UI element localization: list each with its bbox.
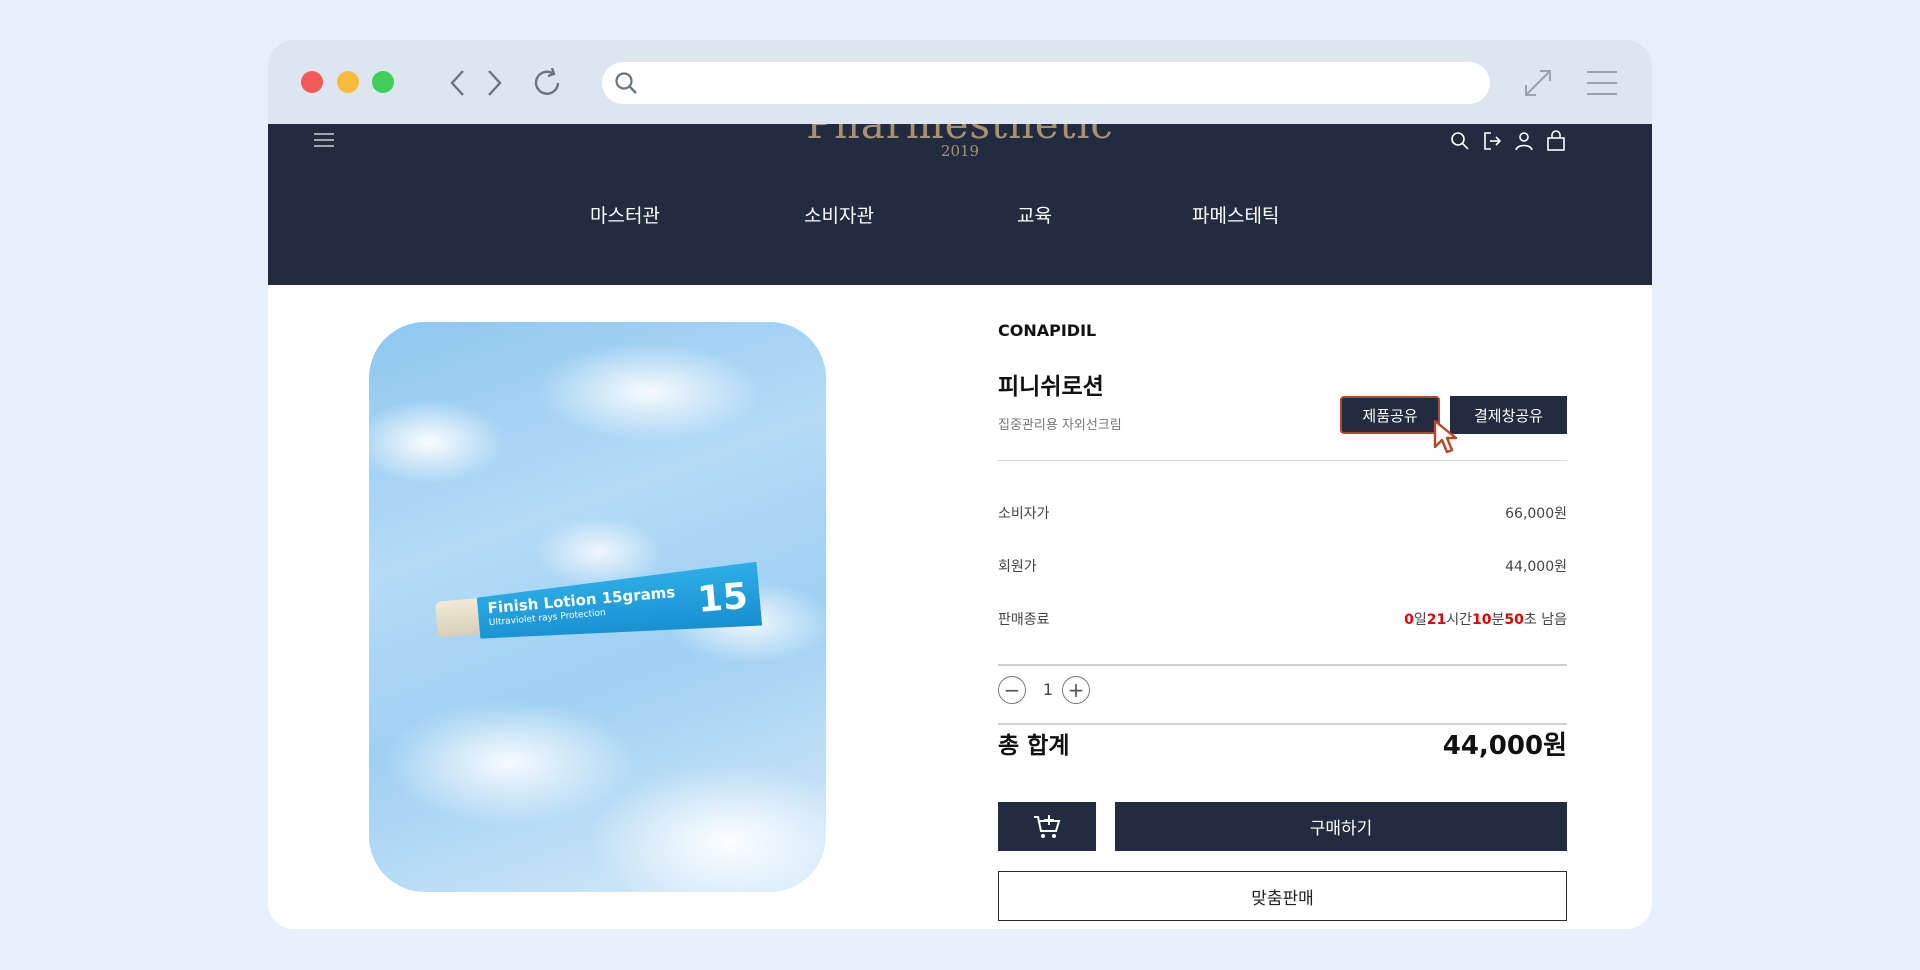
- page-content: Pharmesthetic 2019 마스터관 소비자관 교육 파메스테틱 Fi…: [268, 124, 1652, 929]
- product-name: 피니쉬로션: [998, 374, 1104, 400]
- search-icon: [615, 72, 637, 94]
- user-icon[interactable]: [1513, 130, 1535, 152]
- buy-button[interactable]: 구매하기: [1115, 802, 1567, 851]
- sale-end-label: 판매종료: [998, 612, 1050, 628]
- member-price-value: 44,000원: [1505, 559, 1567, 575]
- consumer-price-value: 66,000원: [1505, 506, 1567, 522]
- search-icon[interactable]: [1449, 130, 1471, 152]
- tube-label-number: 15: [696, 575, 750, 621]
- divider: [998, 460, 1567, 461]
- close-window-button[interactable]: [301, 71, 323, 93]
- maximize-window-button[interactable]: [372, 71, 394, 93]
- add-to-cart-button[interactable]: [998, 802, 1096, 851]
- address-bar[interactable]: [602, 62, 1490, 104]
- cart-icon: [1034, 814, 1061, 838]
- site-logo-year: 2019: [940, 142, 980, 160]
- share-product-button[interactable]: 제품공유: [1340, 396, 1440, 434]
- share-checkout-button[interactable]: 결제창공유: [1450, 396, 1567, 434]
- browser-toolbar: [268, 40, 1652, 124]
- consumer-price-label: 소비자가: [998, 506, 1050, 522]
- reload-icon[interactable]: [530, 65, 566, 101]
- total-label: 총 합계: [998, 733, 1070, 759]
- product-description: 집중관리용 자외선크림: [998, 418, 1122, 433]
- nav-item-master[interactable]: 마스터관: [590, 201, 660, 228]
- nav-item-consumer[interactable]: 소비자관: [804, 201, 874, 228]
- quantity-increase-button[interactable]: +: [1062, 676, 1090, 704]
- logout-icon[interactable]: [1481, 130, 1503, 152]
- custom-sale-button[interactable]: 맞춤판매: [998, 871, 1567, 921]
- product-brand: CONAPIDIL: [998, 321, 1097, 340]
- main-navigation: 마스터관 소비자관 교육 파메스테틱: [268, 201, 1652, 241]
- minimize-window-button[interactable]: [337, 71, 359, 93]
- expand-icon[interactable]: [1520, 65, 1556, 101]
- nav-item-pharmesthetic[interactable]: 파메스테틱: [1192, 201, 1279, 228]
- shopping-bag-icon[interactable]: [1545, 130, 1567, 152]
- member-price-label: 회원가: [998, 559, 1037, 575]
- total-value: 44,000원: [1442, 731, 1567, 761]
- product-main-image: Finish Lotion 15grams Ultraviolet rays P…: [369, 322, 826, 892]
- mouse-cursor-icon: [1433, 419, 1458, 454]
- sale-countdown: 0일21시간10분50초 남음: [1404, 612, 1567, 628]
- divider: [998, 664, 1567, 666]
- browser-window: Pharmesthetic 2019 마스터관 소비자관 교육 파메스테틱 Fi…: [268, 40, 1652, 929]
- browser-menu-icon[interactable]: [1584, 65, 1620, 101]
- forward-arrow-icon[interactable]: [476, 65, 512, 101]
- back-arrow-icon[interactable]: [440, 65, 476, 101]
- quantity-value[interactable]: 1: [1040, 680, 1056, 699]
- nav-item-education[interactable]: 교육: [1017, 201, 1052, 228]
- quantity-decrease-button[interactable]: −: [998, 676, 1026, 704]
- header-icons: [1449, 130, 1567, 152]
- site-header: Pharmesthetic 2019 마스터관 소비자관 교육 파메스테틱: [268, 124, 1652, 285]
